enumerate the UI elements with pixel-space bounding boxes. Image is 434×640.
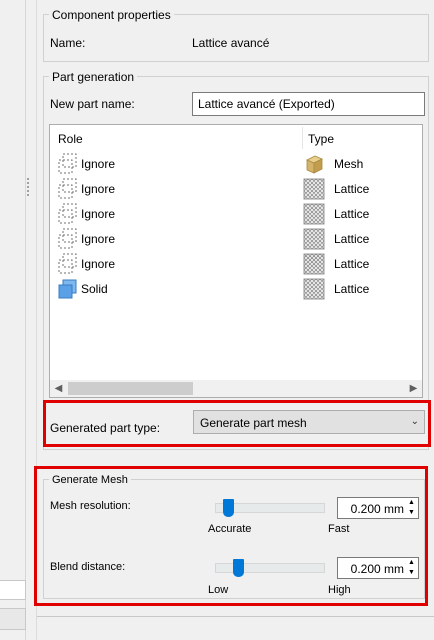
lattice-pattern-icon <box>303 253 325 275</box>
mesh-resolution-label: Mesh resolution: <box>50 500 131 512</box>
blend-distance-value: 0.200 mm <box>350 562 404 576</box>
list-item[interactable]: Ignore Lattice <box>50 251 422 276</box>
role-label: Ignore <box>81 257 116 271</box>
mesh-resolution-min-label: Accurate <box>208 523 252 535</box>
left-pane-edge <box>0 0 26 640</box>
splitter-grip[interactable] <box>27 178 30 196</box>
role-label: Ignore <box>81 207 116 221</box>
type-label: Mesh <box>334 157 364 171</box>
list-item[interactable]: Ignore Lattice <box>50 201 422 226</box>
ignore-dashed-icon <box>58 253 77 274</box>
increment-arrow-icon[interactable]: ▲ <box>406 558 417 568</box>
blend-distance-label: Blend distance: <box>50 561 126 573</box>
name-value: Lattice avancé <box>192 36 270 50</box>
name-label: Name: <box>50 36 86 50</box>
lattice-pattern-icon <box>303 278 325 300</box>
decrement-arrow-icon[interactable]: ▼ <box>406 568 417 578</box>
mesh-resolution-max-label: Fast <box>328 523 350 535</box>
list-item[interactable]: Ignore Mesh <box>50 151 422 176</box>
lattice-pattern-icon <box>303 178 325 200</box>
left-pane-input-fragment[interactable] <box>0 580 26 600</box>
generated-part-type-value: Generate part mesh <box>200 416 307 430</box>
lattice-pattern-icon <box>303 203 325 225</box>
list-item[interactable]: Solid Lattice <box>50 276 422 301</box>
blend-distance-thumb[interactable] <box>232 559 244 577</box>
component-role-list[interactable]: Role Type Ignore Mesh Ignore Lattice Ign… <box>49 124 423 398</box>
type-label: Lattice <box>334 232 370 246</box>
column-separator[interactable] <box>302 127 303 149</box>
generated-part-type-select[interactable]: Generate part mesh ⌄ <box>193 410 425 434</box>
generate-mesh-title: Generate Mesh <box>49 474 131 486</box>
panel-divider <box>37 616 434 617</box>
role-label: Ignore <box>81 157 116 171</box>
role-label: Solid <box>81 282 108 296</box>
new-part-name-input[interactable]: Lattice avancé (Exported) <box>192 92 425 116</box>
mesh-resolution-stepper[interactable]: 0.200 mm ▲ ▼ <box>337 497 419 519</box>
part-generation-title: Part generation <box>49 70 138 84</box>
component-properties-title: Component properties <box>49 8 174 22</box>
role-label: Ignore <box>81 182 116 196</box>
ignore-dashed-icon <box>58 153 77 174</box>
mesh-resolution-value: 0.200 mm <box>350 502 404 516</box>
scroll-right-icon[interactable]: ▶ <box>405 380 422 397</box>
type-column-header[interactable]: Type <box>308 132 334 146</box>
type-label: Lattice <box>334 257 370 271</box>
type-label: Lattice <box>334 282 370 296</box>
blend-distance-stepper[interactable]: 0.200 mm ▲ ▼ <box>337 557 419 579</box>
role-column-header[interactable]: Role <box>58 132 83 146</box>
properties-panel: Component properties Name: Lattice avanc… <box>34 0 434 640</box>
mesh-resolution-thumb[interactable] <box>222 499 234 517</box>
ignore-dashed-icon <box>58 203 77 224</box>
decrement-arrow-icon[interactable]: ▼ <box>406 508 417 518</box>
list-item[interactable]: Ignore Lattice <box>50 176 422 201</box>
list-item[interactable]: Ignore Lattice <box>50 226 422 251</box>
solid-blue-icon <box>58 279 77 299</box>
lattice-pattern-icon <box>303 228 325 250</box>
type-label: Lattice <box>334 182 370 196</box>
increment-arrow-icon[interactable]: ▲ <box>406 498 417 508</box>
mesh-cube-icon <box>306 155 323 174</box>
list-header: Role Type <box>50 125 422 151</box>
chevron-down-icon[interactable]: ⌄ <box>411 416 419 427</box>
ignore-dashed-icon <box>58 228 77 249</box>
scroll-left-icon[interactable]: ◀ <box>50 380 67 397</box>
new-part-name-label: New part name: <box>50 97 135 111</box>
blend-distance-min-label: Low <box>208 584 229 596</box>
horizontal-scrollbar[interactable]: ◀ ▶ <box>50 380 422 397</box>
blend-distance-max-label: High <box>328 584 351 596</box>
scrollbar-thumb[interactable] <box>68 382 193 395</box>
generated-part-type-label: Generated part type: <box>50 421 161 435</box>
blend-distance-slider[interactable] <box>215 563 325 573</box>
type-label: Lattice <box>334 207 370 221</box>
ignore-dashed-icon <box>58 178 77 199</box>
role-label: Ignore <box>81 232 116 246</box>
left-pane-button-fragment[interactable] <box>0 608 26 630</box>
